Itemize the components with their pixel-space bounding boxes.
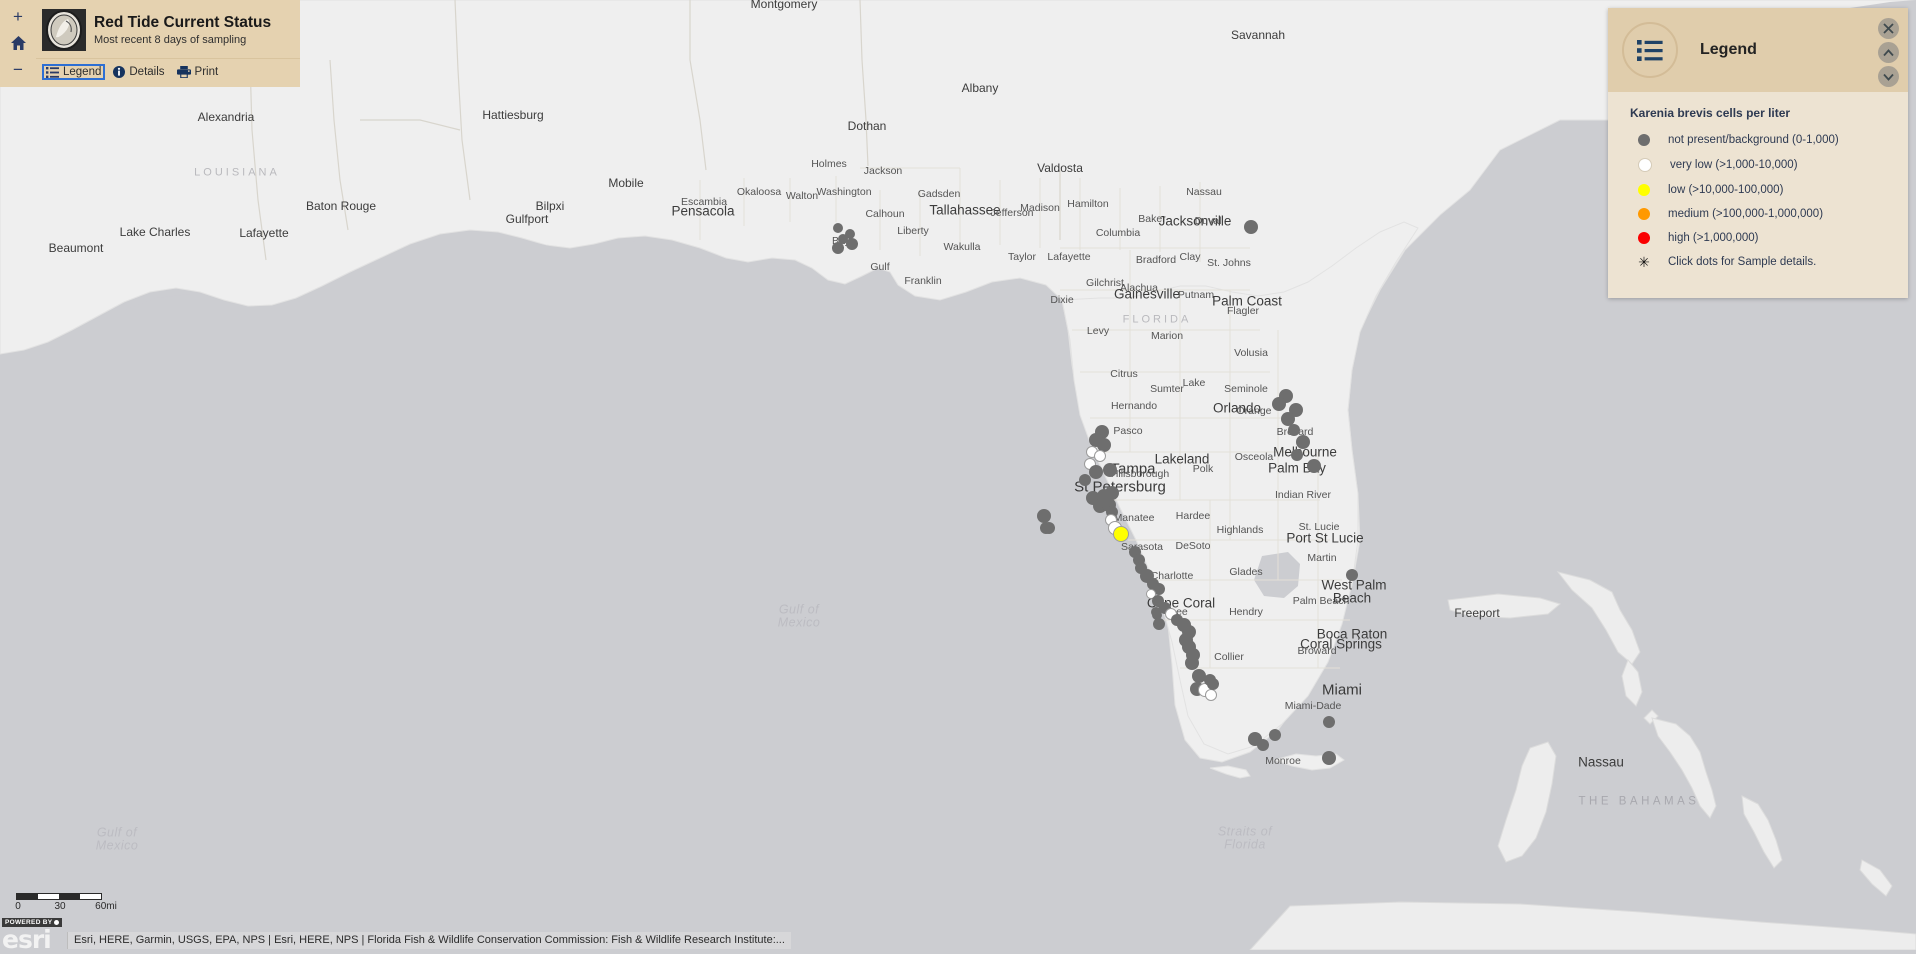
sample-dot[interactable] (1244, 220, 1258, 234)
legend-swatch (1638, 208, 1650, 220)
sample-dot[interactable] (1113, 526, 1129, 542)
legend-body: Karenia brevis cells per liter not prese… (1608, 92, 1908, 298)
sample-dot[interactable] (1205, 689, 1217, 701)
sample-dot[interactable] (1040, 522, 1052, 534)
sample-dot[interactable] (833, 223, 843, 233)
sample-dot[interactable] (1094, 450, 1106, 462)
zoom-in-button[interactable]: + (3, 5, 33, 30)
sample-dot[interactable] (1079, 474, 1091, 486)
powered-by-dot (54, 919, 60, 925)
sample-dot[interactable] (1346, 569, 1358, 581)
scale-bar-graphic (16, 893, 102, 900)
legend-item-label: low (>10,000-100,000) (1668, 184, 1784, 196)
sample-dot[interactable] (1288, 424, 1300, 436)
legend-header: Legend (1608, 8, 1908, 92)
legend-note: Click dots for Sample details. (1668, 256, 1817, 268)
title-text: Red Tide Current Status Most recent 8 da… (94, 14, 271, 47)
legend-icon (1622, 22, 1678, 78)
sample-dot[interactable] (1323, 716, 1335, 728)
sample-dot[interactable] (1153, 618, 1165, 630)
legend-item-label: high (>1,000,000) (1668, 232, 1759, 244)
page-subtitle: Most recent 8 days of sampling (94, 34, 247, 47)
legend-subtitle: Karenia brevis cells per liter (1630, 106, 1791, 120)
legend-swatch (1638, 158, 1652, 172)
sample-dot[interactable] (1307, 459, 1321, 473)
legend-button-label: Legend (63, 66, 102, 78)
legend-swatch (1638, 134, 1650, 146)
sample-dot[interactable] (1257, 739, 1269, 751)
sample-dot[interactable] (1185, 656, 1199, 670)
legend-item-label: medium (>100,000-1,000,000) (1668, 208, 1824, 220)
map-application: Montgomery Savannah Albany Dothan Hattiesbur… (0, 0, 1916, 954)
list-icon (46, 66, 59, 78)
legend-panel: Legend Karenia brevis cells per liter no… (1608, 8, 1908, 298)
legend-item-list: not present/background (0-1,000) very low… (1630, 134, 1908, 244)
legend-item: high (>1,000,000) (1630, 232, 1908, 244)
sample-dot[interactable] (1269, 729, 1281, 741)
sample-dot[interactable] (1296, 435, 1310, 449)
legend-item: very low (>1,000-10,000) (1630, 158, 1908, 172)
chevron-up-icon[interactable] (1878, 42, 1899, 63)
sample-dot[interactable] (1272, 397, 1286, 411)
title-row: Red Tide Current Status Most recent 8 da… (36, 0, 300, 58)
sample-dot[interactable] (1103, 463, 1117, 477)
sample-dot[interactable] (1291, 449, 1303, 461)
attribution-text: Esri, HERE, Garmin, USGS, EPA, NPS | Esr… (67, 932, 791, 949)
esri-wordmark: esri (2, 924, 52, 954)
legend-swatch (1638, 184, 1650, 196)
tool-row: Legend Details Print (36, 58, 300, 85)
info-icon (113, 66, 126, 78)
asterisk-icon: ✳ (1638, 254, 1650, 270)
sample-dot[interactable] (846, 238, 858, 250)
sample-dot[interactable] (1089, 465, 1103, 479)
title-panel: Red Tide Current Status Most recent 8 da… (36, 0, 300, 87)
legend-note-row: ✳ Click dots for Sample details. (1630, 254, 1908, 270)
legend-button[interactable]: Legend (42, 64, 106, 80)
details-button[interactable]: Details (109, 64, 168, 80)
page-title: Red Tide Current Status (94, 13, 272, 31)
sample-dot[interactable] (1151, 607, 1161, 617)
scale-tick-60: 60mi (95, 901, 117, 912)
print-button[interactable]: Print (173, 64, 223, 80)
zoom-controls: + − (0, 0, 36, 87)
legend-item: not present/background (0-1,000) (1630, 134, 1908, 146)
details-button-label: Details (129, 66, 165, 78)
legend-title: Legend (1700, 41, 1757, 58)
sample-dot[interactable] (1037, 509, 1051, 523)
printer-icon (176, 66, 191, 78)
legend-item: low (>10,000-100,000) (1630, 184, 1908, 196)
legend-item: medium (>100,000-1,000,000) (1630, 208, 1908, 220)
sample-dot[interactable] (1322, 751, 1336, 765)
chevron-down-icon[interactable] (1878, 66, 1899, 87)
agency-seal-icon (42, 9, 86, 51)
print-button-label: Print (194, 66, 219, 78)
home-icon[interactable] (3, 31, 33, 56)
legend-swatch (1638, 232, 1650, 244)
zoom-out-button[interactable]: − (3, 57, 33, 82)
close-icon[interactable] (1878, 18, 1899, 39)
legend-item-label: very low (>1,000-10,000) (1670, 159, 1798, 171)
legend-item-label: not present/background (0-1,000) (1668, 134, 1839, 146)
esri-logo[interactable]: POWERED BY esri (2, 911, 66, 954)
sample-dot[interactable] (1204, 674, 1216, 686)
